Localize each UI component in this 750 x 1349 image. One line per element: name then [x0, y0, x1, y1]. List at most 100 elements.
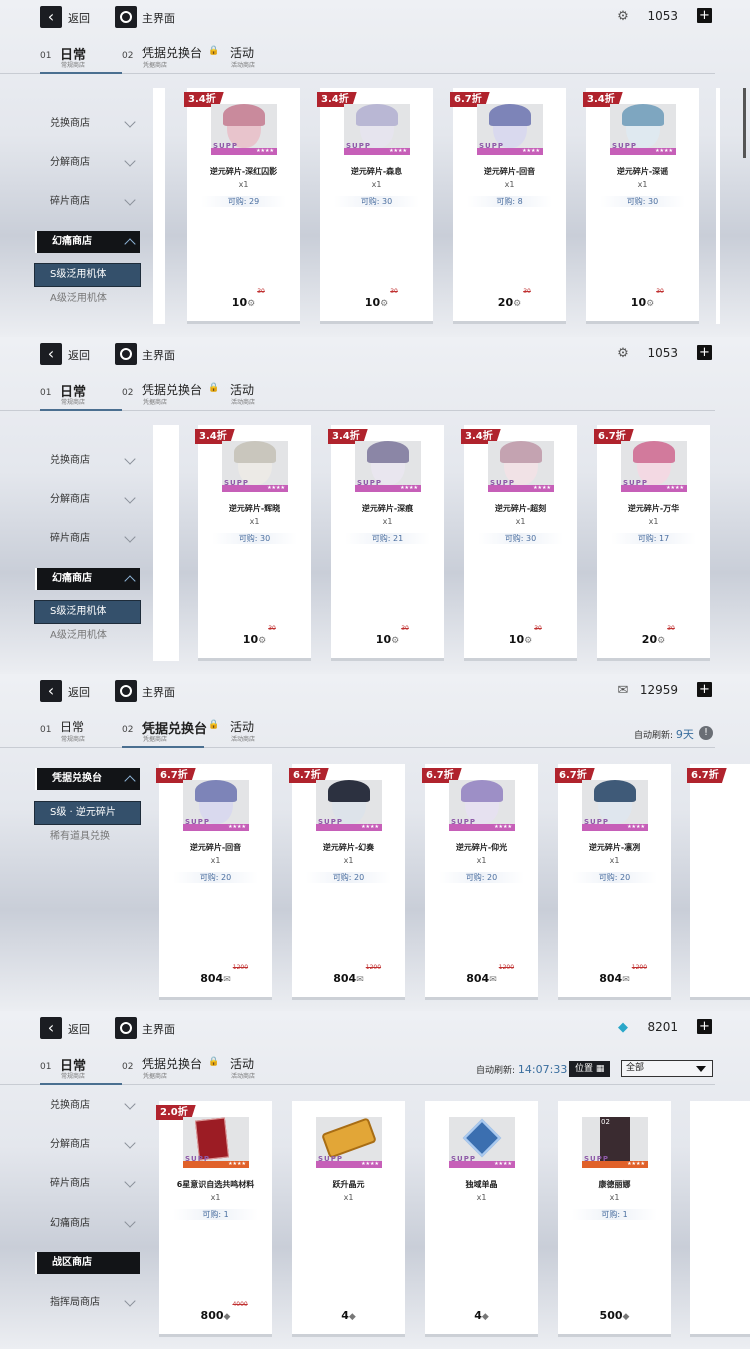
refresh-value: 14:07:33 — [517, 1063, 568, 1076]
price-value: 800 — [200, 1309, 224, 1322]
shop-panel-4: ‹ 返回 主界面 ◆ 8201 + 01 日常 常规商店 02 凭据兑换台 凭据商店 🔒… — [0, 1011, 750, 1349]
back-icon[interactable]: ‹ — [40, 680, 62, 702]
side-item-a-mech[interactable]: A级泛用机体 — [35, 288, 140, 310]
back-label[interactable]: 返回 — [68, 347, 90, 363]
side-item-exchange[interactable]: 兑换商店 — [35, 1095, 140, 1117]
item-card-partial[interactable]: 6.7折 — [687, 764, 750, 1000]
side-item-command[interactable]: 指挥局商店 — [35, 1292, 140, 1314]
price-value: 10 — [242, 633, 259, 646]
side-item-shard[interactable]: 碎片商店 — [35, 191, 140, 213]
side-item-voucher-hub[interactable]: 凭据兑换台 — [35, 768, 140, 790]
home-icon[interactable] — [115, 343, 137, 365]
add-currency-button[interactable]: + — [697, 345, 712, 360]
star-icon: ★★★★ — [361, 1161, 379, 1167]
support-label: SUPP — [185, 818, 210, 826]
item-card[interactable]: 2.0折 SUPP ★★★★ 6星意识自选共鸣材料 x1 可购: 1 800◆ 4000 — [156, 1101, 272, 1337]
home-icon[interactable] — [115, 680, 137, 702]
back-icon[interactable]: ‹ — [40, 6, 62, 28]
item-card[interactable]: SUPP ★★★★ 独域单晶 x1 4◆ — [425, 1101, 538, 1337]
item-card[interactable]: 02 SUPP ★★★★ 康德丽娜 x1 可购: 1 500◆ — [558, 1101, 671, 1337]
home-label[interactable]: 主界面 — [142, 347, 175, 363]
side-item-phantom[interactable]: 幻痛商店 — [35, 568, 140, 590]
side-item-s-mech[interactable]: S级泛用机体 — [34, 600, 141, 624]
card-partial[interactable] — [716, 88, 720, 324]
price-value: 10 — [364, 296, 381, 309]
add-currency-button[interactable]: + — [697, 8, 712, 23]
home-icon[interactable] — [115, 6, 137, 28]
side-item-s-shard[interactable]: S级 · 逆元碎片 — [34, 801, 141, 825]
back-icon[interactable]: ‹ — [40, 1017, 62, 1039]
back-icon[interactable]: ‹ — [40, 343, 62, 365]
side-item-a-mech[interactable]: A级泛用机体 — [35, 625, 140, 647]
filter-value: 全部 — [626, 1063, 645, 1073]
original-price: 30 — [523, 288, 531, 295]
item-card-partial[interactable] — [690, 1101, 750, 1337]
side-label: 兑换商店 — [50, 1100, 90, 1111]
back-label[interactable]: 返回 — [68, 684, 90, 700]
rarity-badge: SUPP ★★★★ — [222, 479, 288, 492]
home-label[interactable]: 主界面 — [142, 10, 175, 26]
item-card[interactable]: 6.7折 SUPP ★★★★ 逆元碎片-回音 x1 可购: 20 804✉ 1200 — [156, 764, 272, 1000]
item-card[interactable]: 3.4折 SUPP ★★★★ 逆元碎片-超刻 x1 可购: 30 10⚙ 30 — [461, 425, 577, 661]
card-partial[interactable] — [153, 88, 165, 324]
tab-sub: 常规商店 — [61, 736, 86, 743]
item-card[interactable]: 6.7折 SUPP ★★★★ 逆元碎片-凛冽 x1 可购: 20 804✉ 1200 — [555, 764, 671, 1000]
info-icon[interactable]: ! — [699, 726, 713, 740]
position-button[interactable]: 位置 ▦ — [569, 1061, 611, 1077]
side-item-phantom[interactable]: 幻痛商店 — [35, 1213, 140, 1235]
item-card[interactable]: 3.4折 SUPP ★★★★ 逆元碎片-森息 x1 可购: 30 10⚙ 30 — [317, 88, 433, 324]
lock-icon: 🔒 — [208, 720, 220, 730]
side-item-decompose[interactable]: 分解商店 — [35, 152, 140, 174]
item-card[interactable]: 3.4折 SUPP ★★★★ 逆元碎片-深红囚影 x1 可购: 29 10⚙ 30 — [184, 88, 300, 324]
side-item-decompose[interactable]: 分解商店 — [35, 1134, 140, 1156]
home-label[interactable]: 主界面 — [142, 1021, 175, 1037]
side-item-exchange[interactable]: 兑换商店 — [35, 113, 140, 135]
purchase-limit: 可购: 29 — [201, 196, 286, 207]
back-label[interactable]: 返回 — [68, 1021, 90, 1037]
currency-icon: ◆ — [223, 1312, 231, 1322]
slot-tag: 02 — [601, 1118, 610, 1126]
home-label[interactable]: 主界面 — [142, 684, 175, 700]
currency-icon: ⚙ — [258, 636, 267, 646]
purchase-limit: 可购: 30 — [212, 533, 297, 544]
rarity-badge: SUPP ★★★★ — [183, 1155, 249, 1168]
scrollbar[interactable] — [743, 88, 746, 158]
side-item-decompose[interactable]: 分解商店 — [35, 489, 140, 511]
item-qty: x1 — [637, 180, 648, 189]
item-card[interactable]: 6.7折 SUPP ★★★★ 逆元碎片-万华 x1 可购: 17 20⚙ 30 — [594, 425, 710, 661]
side-label: S级 · 逆元碎片 — [50, 807, 116, 818]
star-icon: ★★★★ — [256, 148, 274, 154]
item-card[interactable]: 6.7折 SUPP ★★★★ 逆元碎片-幻奏 x1 可购: 20 804✉ 1200 — [289, 764, 405, 1000]
home-icon[interactable] — [115, 1017, 137, 1039]
side-item-war[interactable]: 战区商店 — [35, 1252, 140, 1274]
side-label: 兑换商店 — [50, 455, 90, 466]
item-card[interactable]: 6.7折 SUPP ★★★★ 逆元碎片-仰光 x1 可购: 20 804✉ 1200 — [422, 764, 538, 1000]
purchase-limit: 可购: 20 — [306, 872, 391, 883]
price-value: 10 — [375, 633, 392, 646]
support-label: SUPP — [451, 818, 476, 826]
add-currency-button[interactable]: + — [697, 1019, 712, 1034]
side-item-shard[interactable]: 碎片商店 — [35, 1173, 140, 1195]
chevron-up-icon — [124, 575, 136, 587]
currency-value: 12959 — [639, 683, 678, 697]
price: 10⚙ 30 — [198, 625, 311, 646]
filter-select[interactable]: 全部 — [621, 1060, 713, 1077]
side-item-shard[interactable]: 碎片商店 — [35, 528, 140, 550]
item-card[interactable]: 6.7折 SUPP ★★★★ 逆元碎片-回音 x1 可购: 8 20⚙ 30 — [450, 88, 566, 324]
side-item-exchange[interactable]: 兑换商店 — [35, 450, 140, 472]
purchase-limit: 可购: 30 — [600, 196, 685, 207]
item-card[interactable]: SUPP ★★★★ 跃升晶元 x1 4◆ — [292, 1101, 405, 1337]
back-label[interactable]: 返回 — [68, 10, 90, 26]
side-item-rare[interactable]: 稀有道具兑换 — [35, 826, 140, 848]
add-currency-button[interactable]: + — [697, 682, 712, 697]
item-card[interactable]: 3.4折 SUPP ★★★★ 逆元碎片-深痕 x1 可购: 21 10⚙ 30 — [328, 425, 444, 661]
side-item-phantom[interactable]: 幻痛商店 — [35, 231, 140, 253]
item-card[interactable]: 3.4折 SUPP ★★★★ 逆元碎片-辉晓 x1 可购: 30 10⚙ 30 — [195, 425, 311, 661]
shop-tabs: 01 日常 常规商店 02 凭据兑换台 凭据商店 🔒 活动 活动商店 自动刷新: 14:07… — [0, 1049, 715, 1085]
item-card[interactable]: 3.4折 SUPP ★★★★ 逆元碎片-深谣 x1 可购: 30 10⚙ 30 — [583, 88, 699, 324]
item-qty: x1 — [609, 856, 620, 865]
currency-icon: ⚙ — [657, 636, 666, 646]
card-partial[interactable] — [153, 425, 179, 661]
side-item-s-mech[interactable]: S级泛用机体 — [34, 263, 141, 287]
original-price: 30 — [257, 288, 265, 295]
